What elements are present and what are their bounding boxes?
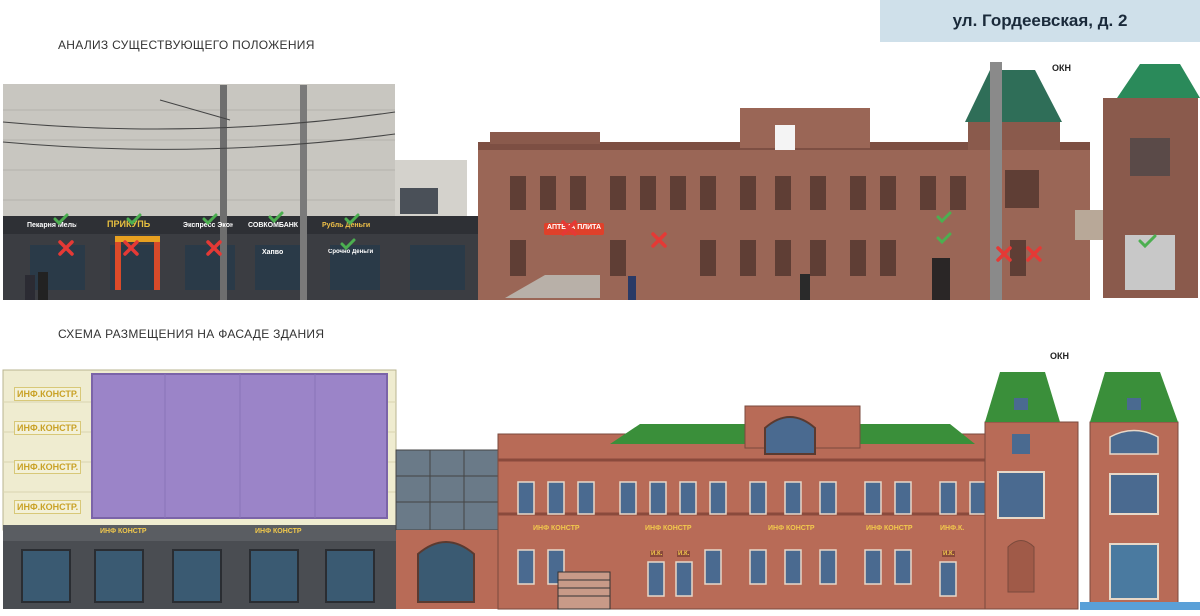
- scheme-label-ik-2: И.К.: [677, 551, 691, 557]
- scheme-label-inf-3: ИНФ.КОНСТР.: [14, 460, 82, 474]
- scheme-label-frieze-5: ИНФ.К.: [940, 525, 965, 532]
- scheme-label-frieze-4: ИНФ КОНСТР: [866, 525, 913, 532]
- check-icon: [340, 238, 356, 251]
- cross-icon: [123, 240, 139, 256]
- check-icon: [53, 213, 69, 226]
- scheme-label-frieze-1: ИНФ КОНСТР: [533, 525, 580, 532]
- scheme-label-inf-1: ИНФ.КОНСТР.: [14, 387, 82, 401]
- scheme-label-frieze-3: ИНФ КОНСТР: [768, 525, 815, 532]
- cross-icon: [206, 240, 222, 256]
- cross-icon: [58, 240, 74, 256]
- cross-icon: [561, 220, 577, 236]
- scheme-label-left-ground-1: ИНФ КОНСТР: [100, 528, 147, 535]
- scheme-label-inf-2: ИНФ.КОНСТР.: [14, 421, 82, 435]
- check-icon: [1138, 234, 1157, 249]
- scheme-label-ik-1: И.К.: [650, 551, 664, 557]
- check-icon: [268, 211, 284, 224]
- scheme-label-ik-3: И.К.: [942, 551, 956, 557]
- cross-icon: [651, 232, 667, 248]
- check-icon: [202, 213, 218, 226]
- scheme-label-inf-4: ИНФ.КОНСТР.: [14, 500, 82, 514]
- check-icon: [126, 213, 142, 226]
- check-icon: [936, 232, 952, 245]
- scheme-label-left-ground-2: ИНФ КОНСТР: [255, 528, 302, 535]
- cross-icon: [1026, 246, 1042, 262]
- scheme-label-frieze-2: ИНФ КОНСТР: [645, 525, 692, 532]
- facade-scheme-drawing: [2, 369, 1200, 610]
- check-icon: [344, 213, 360, 226]
- cross-icon: [996, 246, 1012, 262]
- check-icon: [936, 211, 952, 224]
